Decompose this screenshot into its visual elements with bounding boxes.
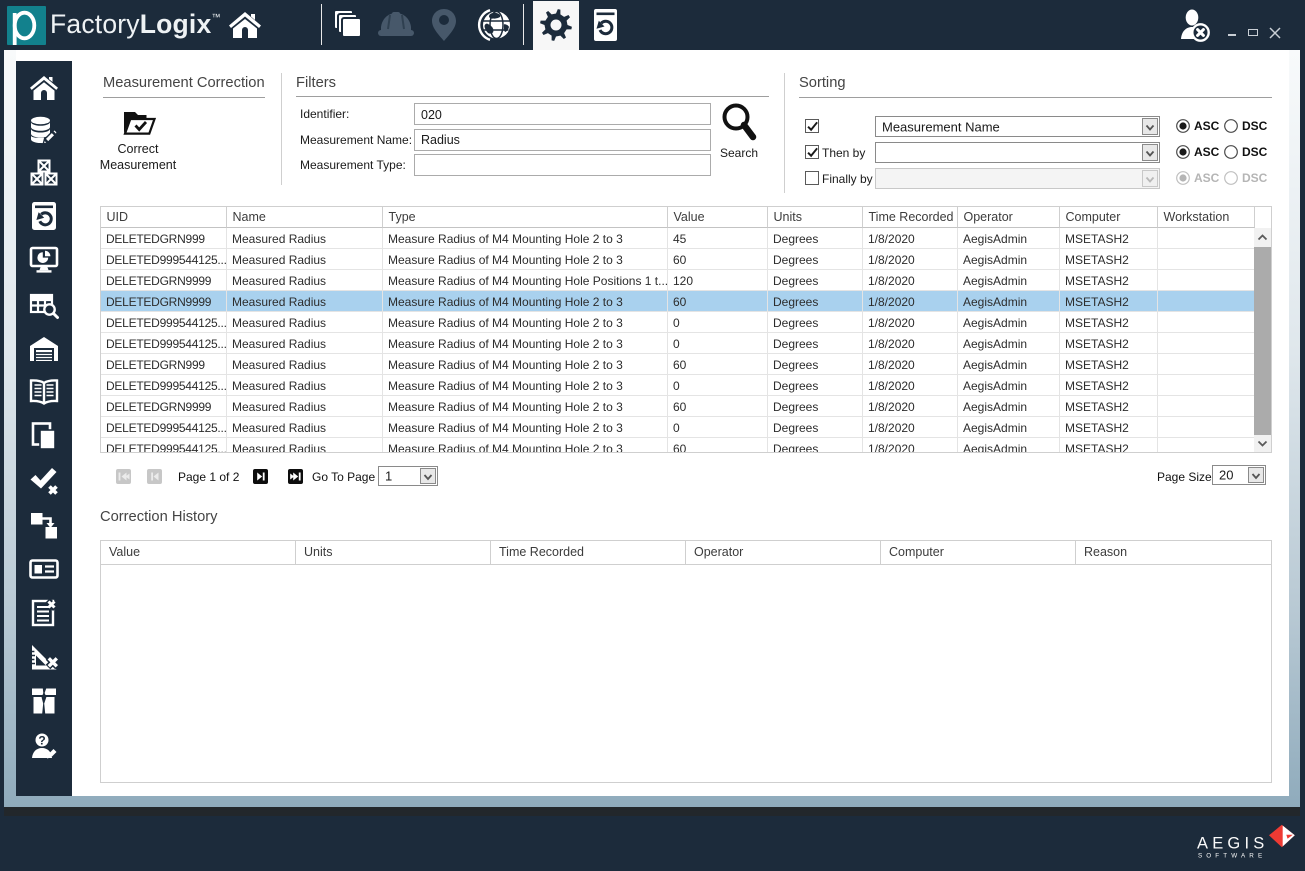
svg-text:SOFTWARE: SOFTWARE [1198,853,1266,860]
svg-text:?: ? [38,734,45,748]
svg-text:AEGIS: AEGIS [1197,835,1268,853]
